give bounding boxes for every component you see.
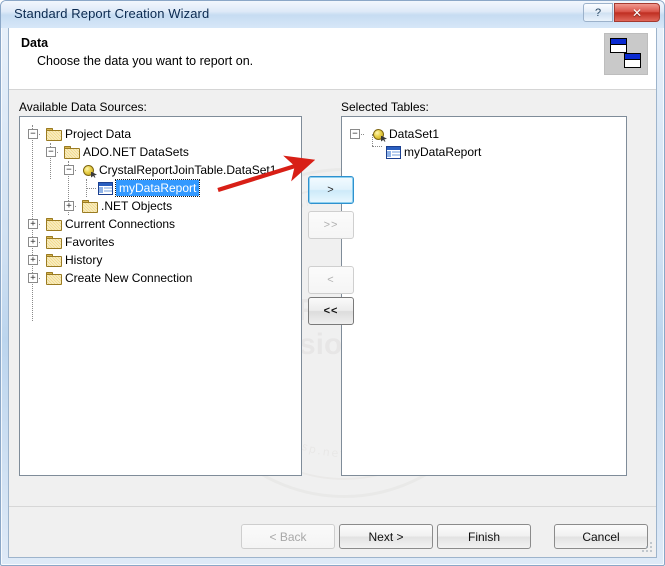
linked-tables-icon	[604, 33, 648, 75]
tree-item-dataset1[interactable]: − DataSet1	[342, 125, 439, 143]
collapse-expander-icon[interactable]: −	[350, 129, 360, 139]
footer: < Back Next > Finish Cancel	[9, 507, 656, 557]
remove-all-button-label: <<	[323, 305, 339, 317]
help-button[interactable]: ?	[583, 3, 613, 22]
tree-item-project-data[interactable]: − Project Data	[20, 125, 131, 143]
folder-icon	[46, 127, 62, 141]
tree-item-label: ADO.NET DataSets	[83, 145, 189, 159]
folder-icon	[64, 145, 80, 159]
expand-expander-icon[interactable]: +	[64, 201, 74, 211]
add-button-label: >	[327, 184, 335, 196]
wizard-header: Data Choose the data you want to report …	[9, 28, 656, 90]
resize-grip[interactable]	[641, 542, 653, 554]
remove-button-label: <	[327, 274, 335, 286]
client-area: Data Choose the data you want to report …	[8, 28, 657, 558]
question-mark-icon: ?	[594, 6, 602, 19]
remove-all-button[interactable]: <<	[308, 297, 354, 325]
close-button[interactable]: ✕	[614, 3, 660, 22]
expand-expander-icon[interactable]: +	[28, 273, 38, 283]
tree-item-label: myDataReport	[404, 145, 482, 159]
expand-expander-icon[interactable]: +	[28, 255, 38, 265]
finish-button[interactable]: Finish	[437, 524, 531, 549]
folder-icon	[46, 217, 62, 231]
finish-button-label: Finish	[467, 529, 500, 544]
collapse-expander-icon[interactable]: −	[64, 165, 74, 175]
tree-item-create-new-connection[interactable]: + Create New Connection	[20, 269, 192, 287]
tree-item-label: History	[65, 253, 103, 267]
tree-item-label: Project Data	[65, 127, 132, 141]
wizard-window: Standard Report Creation Wizard ? ✕ Data…	[0, 0, 665, 566]
tree-item-label-selected: myDataReport	[114, 179, 201, 197]
collapse-expander-icon[interactable]: −	[28, 129, 38, 139]
expand-expander-icon[interactable]: +	[28, 237, 38, 247]
folder-icon	[82, 199, 98, 213]
available-data-sources-label: Available Data Sources:	[19, 100, 147, 114]
table-box-top	[610, 38, 627, 53]
tree-item-mydatareport[interactable]: myDataReport	[20, 179, 201, 197]
tree-item-label: DataSet1	[389, 127, 440, 141]
close-icon: ✕	[631, 5, 643, 20]
table-icon	[386, 145, 401, 159]
table-icon	[98, 181, 113, 195]
tree-item-current-connections[interactable]: + Current Connections	[20, 215, 175, 233]
tree-item-label: Favorites	[65, 235, 115, 249]
add-all-button-label: >>	[323, 219, 339, 231]
remove-button[interactable]: <	[308, 266, 354, 294]
available-data-sources-tree[interactable]: − Project Data − ADO.NET DataSets − Crys…	[19, 116, 302, 476]
title-bar[interactable]: Standard Report Creation Wizard ? ✕	[1, 1, 664, 28]
selected-tables-tree[interactable]: − DataSet1 myDataReport	[341, 116, 627, 476]
collapse-expander-icon[interactable]: −	[46, 147, 56, 157]
folder-icon	[46, 271, 62, 285]
tree-item-label: CrystalReportJoinTable.DataSet1	[99, 163, 277, 177]
page-title: Data	[21, 36, 49, 50]
tree-item-label: .NET Objects	[101, 199, 173, 213]
tree-item-ado-net-datasets[interactable]: − ADO.NET DataSets	[20, 143, 189, 161]
cancel-button[interactable]: Cancel	[554, 524, 648, 549]
folder-icon	[46, 253, 62, 267]
dataset-icon	[82, 164, 97, 178]
title-bar-buttons: ? ✕	[582, 3, 660, 22]
cancel-button-label: Cancel	[582, 529, 620, 544]
page-subtitle: Choose the data you want to report on.	[37, 54, 254, 68]
tree-item-favorites[interactable]: + Favorites	[20, 233, 114, 251]
add-all-button[interactable]: >>	[308, 211, 354, 239]
selected-tables-label: Selected Tables:	[341, 100, 429, 114]
table-box-bottom	[624, 53, 641, 68]
dataset-icon	[372, 128, 387, 142]
next-button[interactable]: Next >	[339, 524, 433, 549]
next-button-label: Next >	[368, 529, 404, 544]
folder-icon	[46, 235, 62, 249]
back-button[interactable]: < Back	[241, 524, 335, 549]
back-button-label: < Back	[269, 529, 307, 544]
window-title: Standard Report Creation Wizard	[14, 6, 210, 21]
add-button[interactable]: >	[308, 176, 354, 204]
tree-item-label: Create New Connection	[65, 271, 193, 285]
expand-expander-icon[interactable]: +	[28, 219, 38, 229]
tree-item-label: Current Connections	[65, 217, 176, 231]
tree-item-mydatareport-selected[interactable]: myDataReport	[342, 143, 481, 161]
tree-item-net-objects[interactable]: + .NET Objects	[20, 197, 172, 215]
tree-item-history[interactable]: + History	[20, 251, 102, 269]
tree-item-crystalreportjointable-dataset1[interactable]: − CrystalReportJoinTable.DataSet1	[20, 161, 276, 179]
